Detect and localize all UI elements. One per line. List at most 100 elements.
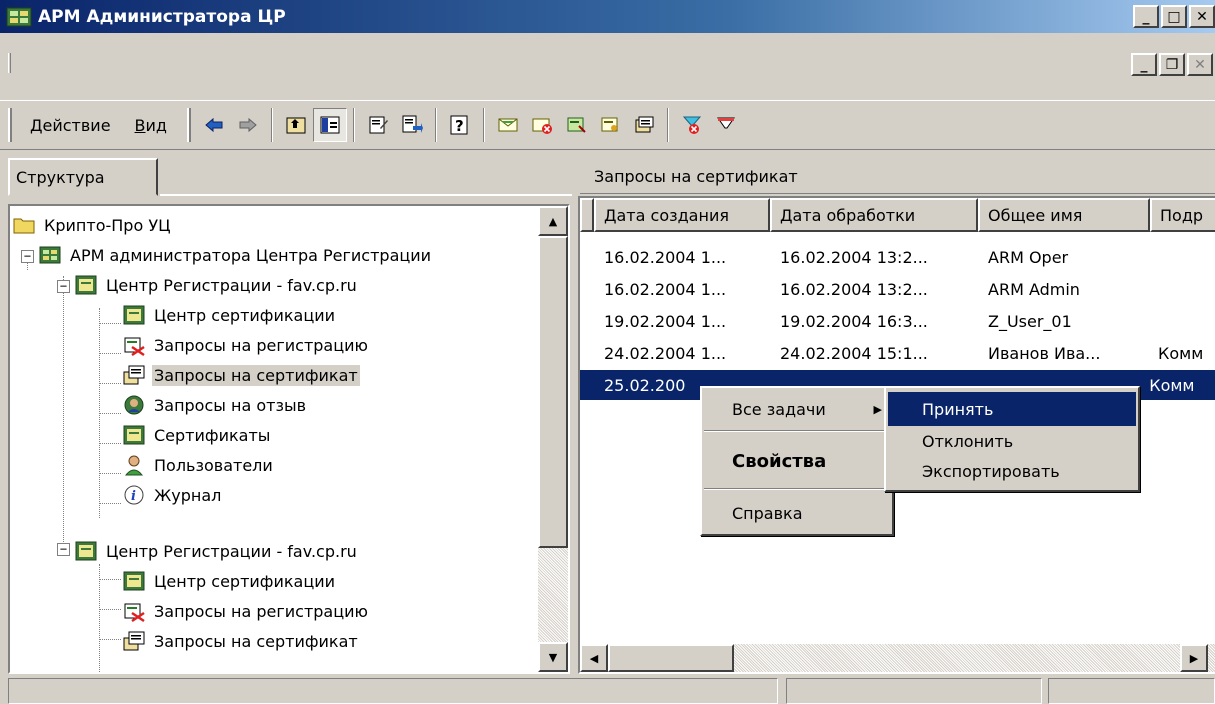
maximize-button[interactable]: □ [1161, 5, 1187, 28]
scroll-left-button[interactable]: ◀ [580, 644, 608, 672]
menu-view-mnemonic: В [134, 115, 146, 135]
help-button[interactable]: ? [443, 108, 477, 142]
scroll-up-arrow-icon: ▲ [548, 214, 558, 228]
tree-item-certificates-1[interactable]: Сертификаты [122, 420, 272, 450]
scroll-left-arrow-icon: ◀ [589, 651, 599, 665]
cell-created: 16.02.2004 1... [604, 279, 727, 299]
collapse-toggle[interactable]: − [57, 280, 70, 293]
table-row[interactable]: 19.02.2004 1... 19.02.2004 16:3... Z_Use… [580, 306, 1215, 336]
scroll-up-button[interactable]: ▲ [538, 206, 568, 236]
tree-item-crypto-pro-ca[interactable]: Крипто-Про УЦ [12, 210, 173, 240]
registration-center-icon [75, 275, 97, 295]
tree-item-label: Запросы на отзыв [154, 395, 307, 415]
tree-item-users-1[interactable]: Пользователи [122, 450, 275, 480]
minimize-button[interactable]: _ [1133, 5, 1159, 28]
menu-item-accept[interactable]: Принять [888, 392, 1136, 426]
menu-item-reject[interactable]: Отклонить [888, 426, 1136, 456]
context-menu: Все задачи ▶ Свойства Справка [700, 386, 894, 536]
menu-item-help-label: Справка [732, 503, 803, 523]
registration-requests-icon [124, 337, 145, 357]
scroll-right-arrow-icon: ▶ [1189, 651, 1199, 665]
tree-item-label: Запросы на сертификат [152, 364, 360, 386]
mdi-gripper[interactable] [8, 53, 11, 73]
tree-item-label: Центр Регистрации - fav.cp.ru [106, 541, 357, 561]
menu-item-all-tasks[interactable]: Все задачи ▶ [702, 392, 892, 426]
cell-created: 24.02.2004 1... [604, 343, 727, 363]
table-row[interactable]: 24.02.2004 1... 24.02.2004 15:1... Ивано… [580, 338, 1215, 368]
scroll-down-button[interactable]: ▼ [538, 642, 568, 672]
tree-item-label: Пользователи [154, 455, 273, 475]
registration-requests-icon [124, 603, 145, 623]
column-header-department[interactable]: Подр [1150, 198, 1215, 232]
certificate-button[interactable] [593, 108, 627, 142]
export-list-button[interactable] [395, 108, 429, 142]
menu-item-properties[interactable]: Свойства [702, 444, 892, 478]
revoke-button[interactable] [559, 108, 593, 142]
up-level-button[interactable] [279, 108, 313, 142]
forward-button[interactable] [231, 108, 265, 142]
table-row[interactable]: 16.02.2004 1... 16.02.2004 13:2... ARM A… [580, 274, 1215, 304]
tree-item-arm-admin[interactable]: АРМ администратора Центра Регистрации [38, 240, 433, 270]
scroll-right-button[interactable]: ▶ [1180, 644, 1208, 672]
tree-item-journal-1[interactable]: i Журнал [122, 480, 223, 510]
app-icon [39, 246, 61, 264]
tree-item-revocation-requests-1[interactable]: Запросы на отзыв [122, 390, 308, 420]
tree-item-label: Центр Регистрации - fav.cp.ru [106, 275, 357, 295]
certificate-request-button[interactable] [627, 108, 661, 142]
filter-remove-button[interactable] [675, 108, 709, 142]
window-title: АРМ Администратора ЦР [38, 6, 286, 27]
filter-icon [717, 117, 735, 129]
menu-item-export[interactable]: Экспортировать [888, 456, 1136, 486]
tree-item-registration-requests-2[interactable]: Запросы на регистрацию [122, 596, 370, 626]
menu-action[interactable]: Действие [18, 116, 123, 135]
tab-structure[interactable]: Структура [8, 158, 158, 196]
tree-item-certification-center-1[interactable]: Центр сертификации [122, 300, 337, 330]
column-header-common-name[interactable]: Общее имя [978, 198, 1150, 232]
tab-structure-label: Структура [16, 167, 105, 187]
column-header-processed-label: Дата обработки [780, 205, 916, 225]
column-header-processed[interactable]: Дата обработки [770, 198, 978, 232]
properties-button[interactable] [361, 108, 395, 142]
cell-common-name: Иванов Ива... [988, 343, 1101, 363]
tree-item-label: Центр сертификации [154, 571, 336, 591]
column-header-spacer [580, 198, 594, 232]
back-arrow-icon [205, 117, 223, 133]
column-header-department-label: Подр [1160, 205, 1204, 225]
child-restore-button[interactable]: ❐ [1159, 53, 1185, 76]
up-folder-icon [286, 117, 306, 134]
filter-button[interactable] [709, 108, 743, 142]
filter-remove-icon [682, 116, 702, 134]
tree-vertical-scrollbar[interactable]: ▲ ▼ [538, 206, 568, 672]
pane-title: Запросы на сертификат [580, 160, 1215, 194]
back-button[interactable] [197, 108, 231, 142]
menu-item-help[interactable]: Справка [702, 496, 892, 530]
tree-view[interactable]: − − − Крипто-Про УЦ АРМ администратора Ц… [8, 204, 570, 674]
forward-arrow-icon [239, 117, 257, 133]
child-minimize-button[interactable]: _ [1131, 53, 1157, 76]
menu-view[interactable]: Вид [123, 116, 179, 135]
tree-item-certificate-requests-1[interactable]: Запросы на сертификат [122, 360, 360, 390]
tree-item-certificate-requests-2[interactable]: Запросы на сертификат [122, 626, 360, 656]
toolbar-gripper[interactable] [8, 108, 12, 142]
title-bar[interactable]: АРМ Администратора ЦР _ □ ✕ [0, 0, 1215, 33]
tree-item-registration-center-1[interactable]: Центр Регистрации - fav.cp.ru [74, 270, 359, 300]
tree-scroll-thumb[interactable] [538, 236, 568, 548]
collapse-toggle[interactable]: − [21, 250, 34, 263]
column-header-created[interactable]: Дата создания [594, 198, 770, 232]
revocation-requests-icon [124, 395, 144, 415]
tree-item-certification-center-2[interactable]: Центр сертификации [122, 566, 337, 596]
accept-request-button[interactable] [491, 108, 525, 142]
show-tree-button[interactable] [312, 108, 347, 142]
tree-item-registration-requests-1[interactable]: Запросы на регистрацию [122, 330, 370, 360]
child-close-button[interactable]: ✕ [1187, 53, 1213, 76]
table-row[interactable]: 16.02.2004 1... 16.02.2004 13:2... ARM O… [580, 242, 1215, 272]
cell-common-name: Z_User_01 [988, 311, 1072, 331]
list-scroll-thumb[interactable] [608, 644, 734, 672]
reject-request-button[interactable] [525, 108, 559, 142]
toolbar-gripper-2[interactable] [186, 108, 191, 142]
collapse-toggle[interactable]: − [57, 543, 70, 556]
close-button[interactable]: ✕ [1189, 5, 1215, 28]
tree-item-label: Запросы на регистрацию [154, 601, 368, 621]
tree-item-registration-center-2[interactable]: Центр Регистрации - fav.cp.ru [74, 536, 359, 566]
list-horizontal-scrollbar[interactable]: ◀ ▶ [580, 644, 1215, 672]
